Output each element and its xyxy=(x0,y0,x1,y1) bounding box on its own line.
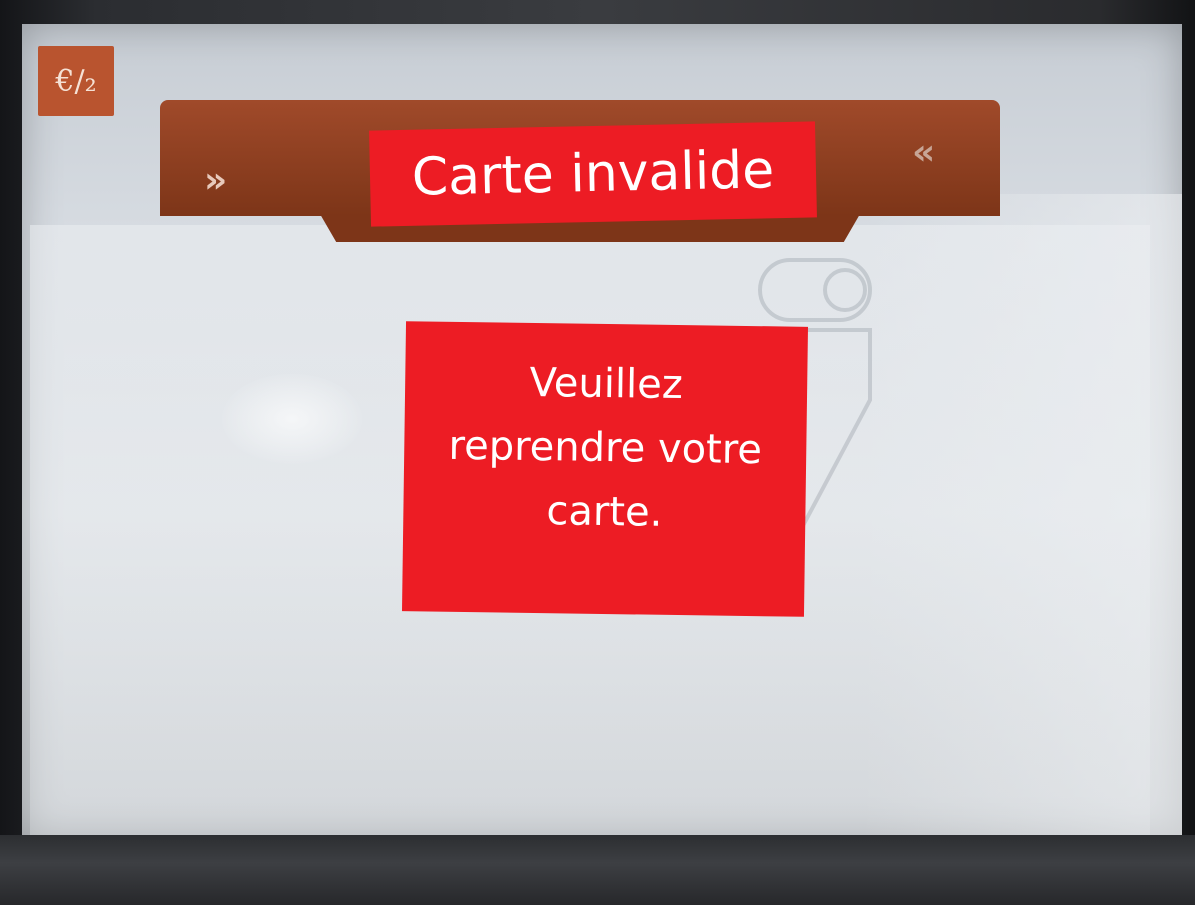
bezel-ledge xyxy=(0,835,1195,905)
double-chevron-right-icon: » xyxy=(204,160,228,201)
message-box: Veuillez reprendre votre carte. xyxy=(401,321,809,617)
page-title: Carte invalide xyxy=(411,140,775,208)
title-banner: Carte invalide xyxy=(369,121,817,227)
euro-logo-icon: €/₂ xyxy=(38,46,114,116)
double-chevron-left-icon: « xyxy=(912,132,936,173)
logo-glyph: €/₂ xyxy=(55,63,97,99)
instruction-message: Veuillez reprendre votre carte. xyxy=(448,359,763,536)
